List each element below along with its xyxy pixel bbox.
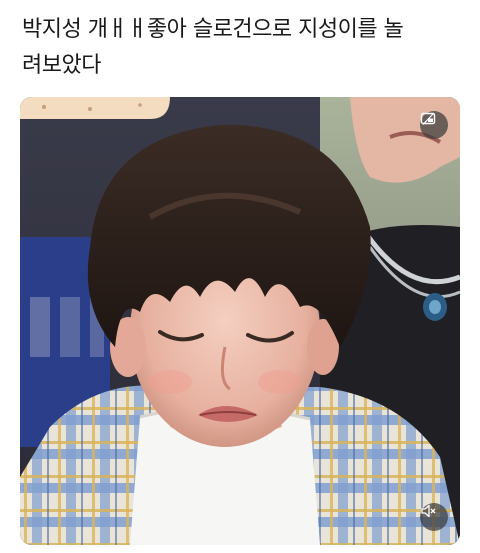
video-frame — [20, 97, 460, 545]
picture-in-picture-button[interactable] — [420, 111, 448, 139]
post-text: 박지성 개ㅐㅐ좋아 슬로건으로 지성이를 놀 려보았다 — [22, 17, 404, 78]
mute-button[interactable] — [420, 503, 448, 531]
video-player[interactable] — [20, 97, 460, 545]
picture-in-picture-icon — [420, 112, 436, 125]
tweet-post: 박지성 개ㅐㅐ좋아 슬로건으로 지성이를 놀 려보았다 — [0, 0, 480, 553]
muted-speaker-icon — [421, 504, 436, 518]
